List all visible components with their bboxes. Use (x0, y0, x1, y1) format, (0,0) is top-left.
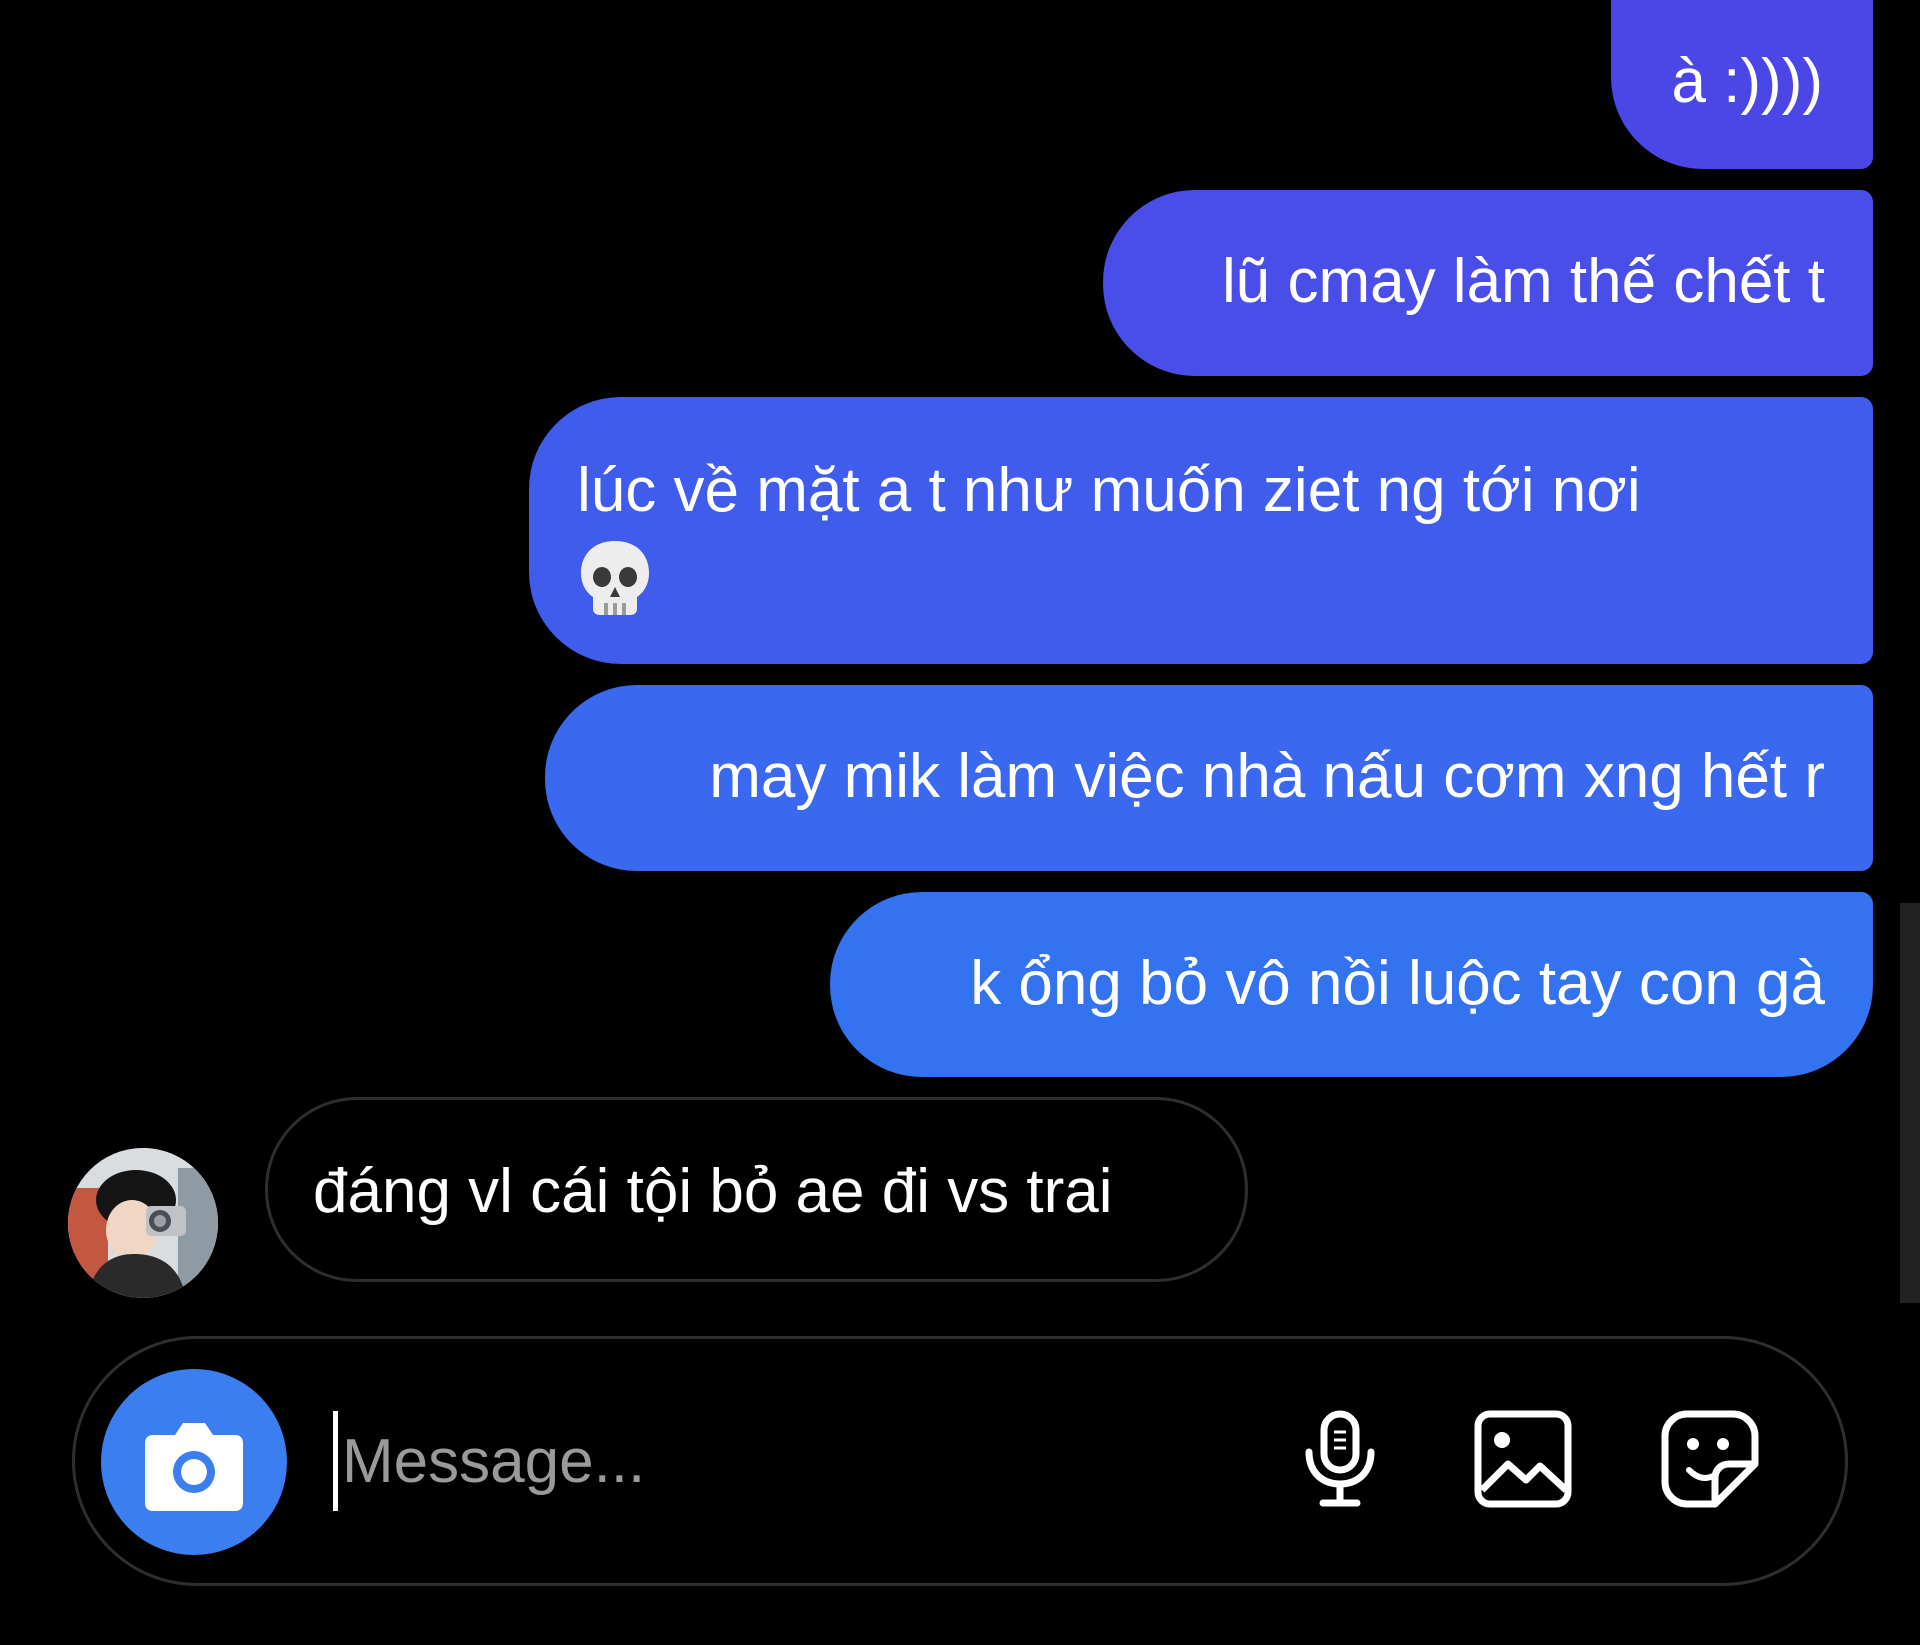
sticker-icon (1661, 1410, 1759, 1508)
skull-icon (581, 541, 649, 615)
skull-emoji: 💀 (577, 537, 1825, 639)
gallery-button[interactable] (1468, 1404, 1578, 1514)
outgoing-message[interactable]: lúc về mặt a t như muốn ziet ng tới nơi … (529, 397, 1873, 664)
message-text: lúc về mặt a t như muốn ziet ng tới nơi (577, 456, 1641, 525)
avatar[interactable] (68, 1148, 218, 1298)
microphone-icon (1305, 1410, 1375, 1507)
message-input[interactable] (333, 1411, 1042, 1511)
incoming-message[interactable]: đáng vl cái tội bỏ ae đi vs trai (265, 1097, 1248, 1282)
outgoing-message[interactable]: k ổng bỏ vô nồi luộc tay con gà (830, 892, 1873, 1077)
image-icon (1474, 1410, 1572, 1508)
message-text: lũ cmay làm thế chết t (1221, 247, 1825, 316)
avatar-photo (68, 1148, 218, 1298)
message-text: à :)))) (1671, 47, 1823, 116)
camera-icon (145, 1423, 243, 1511)
scrollbar[interactable] (1900, 903, 1920, 1303)
message-text: đáng vl cái tội bỏ ae đi vs trai (313, 1157, 1113, 1226)
outgoing-message[interactable]: may mik làm việc nhà nấu cơm xng hết r (545, 685, 1873, 871)
camera-button[interactable] (101, 1369, 287, 1555)
outgoing-message[interactable]: lũ cmay làm thế chết t (1103, 190, 1873, 376)
outgoing-message[interactable]: à :)))) (1611, 0, 1873, 169)
sticker-button[interactable] (1655, 1404, 1765, 1514)
message-text: k ổng bỏ vô nồi luộc tay con gà (970, 949, 1825, 1018)
message-text: may mik làm việc nhà nấu cơm xng hết r (709, 742, 1825, 811)
microphone-button[interactable] (1285, 1404, 1395, 1514)
message-composer (72, 1336, 1848, 1586)
